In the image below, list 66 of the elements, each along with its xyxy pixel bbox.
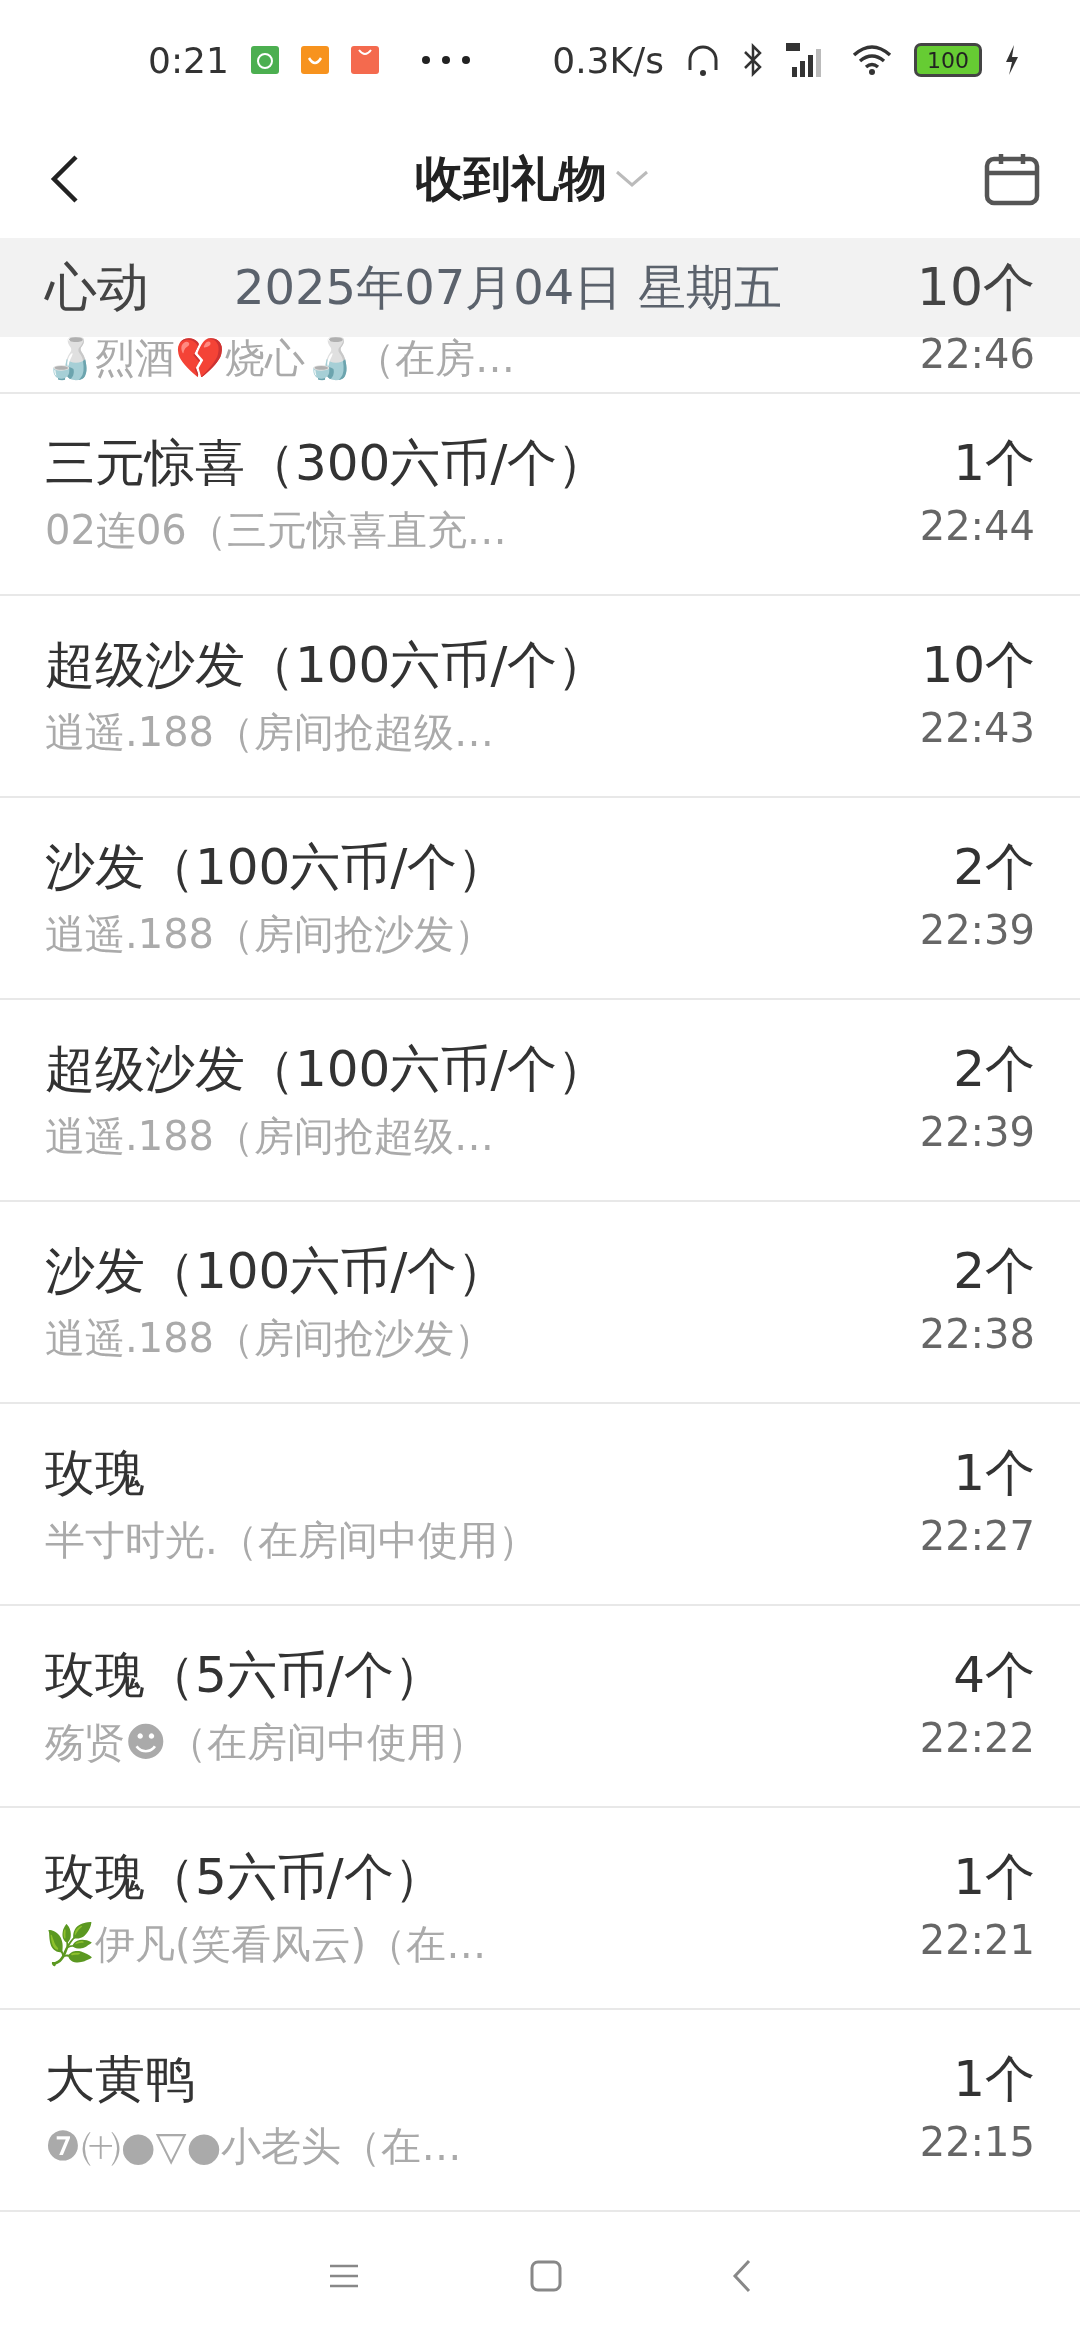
dropdown-caret-icon[interactable]	[615, 169, 649, 189]
sender-note: ❼㈩●▽●小老头（在…	[45, 2122, 463, 2171]
gift-count: 10个	[916, 255, 1035, 319]
gift-count: 10个	[921, 636, 1035, 694]
sender-note: 逍遥.188（房间抢沙发）	[45, 1314, 496, 1363]
gift-row[interactable]: 大黄鸭 1个 ❼㈩●▽●小老头（在… 22:15	[0, 2010, 1080, 2212]
gift-count: 1个	[953, 2050, 1035, 2108]
gift-row[interactable]: 三元惊喜（300六币/个） 1个 02连06（三元惊喜直充… 22:44	[0, 394, 1080, 596]
gift-time: 22:21	[919, 1917, 1035, 1963]
gift-time: 22:22	[919, 1715, 1035, 1761]
gift-count: 4个	[953, 1646, 1035, 1704]
gift-row[interactable]: 玫瑰（5六币/个） 4个 殇贤☻（在房间中使用） 22:22	[0, 1606, 1080, 1808]
gift-row[interactable]: 超级沙发（100六币/个） 2个 逍遥.188（房间抢超级… 22:39	[0, 1000, 1080, 1202]
sender-note: 殇贤☻（在房间中使用）	[45, 1718, 488, 1767]
gift-row[interactable]: 沙发（100六币/个） 2个 逍遥.188（房间抢沙发） 22:38	[0, 1202, 1080, 1404]
clock-time: 0:21	[148, 39, 229, 81]
sender-note: 逍遥.188（房间抢超级…	[45, 1112, 496, 1161]
gift-count: 2个	[953, 1040, 1035, 1098]
gift-name: 沙发（100六币/个）	[45, 837, 509, 898]
more-icon	[420, 55, 471, 65]
gift-time: 22:15	[919, 2119, 1035, 2165]
gift-name: 玫瑰	[45, 1443, 146, 1504]
home-icon[interactable]	[530, 2260, 562, 2292]
date-label: 2025年07月04日 星期五	[233, 257, 783, 317]
battery-level: 100	[914, 43, 982, 77]
gift-name: 超级沙发（100六币/个）	[45, 1039, 609, 1100]
sender-note: 半寸时光.（在房间中使用）	[45, 1516, 539, 1565]
gift-row[interactable]: 玫瑰 1个 半寸时光.（在房间中使用） 22:27	[0, 1404, 1080, 1606]
gift-time: 22:39	[919, 1109, 1035, 1155]
app-icon	[300, 46, 329, 74]
sender-note: 逍遥.188（房间抢超级…	[45, 708, 496, 757]
sender-note: 02连06（三元惊喜直充…	[45, 506, 508, 555]
gift-count: 1个	[953, 1848, 1035, 1906]
gift-time: 22:27	[919, 1513, 1035, 1559]
calendar-icon[interactable]	[984, 151, 1040, 207]
gift-time: 22:39	[919, 907, 1035, 953]
gift-time: 22:46	[919, 337, 1035, 377]
gift-name: 玫瑰（5六币/个）	[45, 1847, 445, 1908]
gift-row[interactable]: 超级沙发（100六币/个） 10个 逍遥.188（房间抢超级… 22:43	[0, 596, 1080, 798]
gift-count: 1个	[953, 434, 1035, 492]
gift-time: 22:38	[919, 1311, 1035, 1357]
gift-name: 超级沙发（100六币/个）	[45, 635, 609, 696]
sender-note: 逍遥.188（房间抢沙发）	[45, 910, 496, 959]
gift-name: 大黄鸭	[45, 2049, 196, 2110]
back-icon[interactable]	[50, 154, 80, 204]
gift-row[interactable]: 玫瑰（5六币/个） 1个 🌿伊凡(笑看风云)（在… 22:21	[0, 1808, 1080, 2010]
gift-time: 22:43	[919, 705, 1035, 751]
gift-name: 心动	[45, 255, 149, 319]
page-title: 收到礼物	[415, 149, 607, 208]
sender-note: 🌿伊凡(笑看风云)（在…	[45, 1920, 488, 1969]
wifi-icon	[852, 45, 892, 75]
app-icon	[250, 46, 279, 74]
gift-row[interactable]: 沙发（100六币/个） 2个 逍遥.188（房间抢沙发） 22:39	[0, 798, 1080, 1000]
gift-time: 22:44	[919, 503, 1035, 549]
gift-name: 三元惊喜（300六币/个）	[45, 433, 609, 494]
gift-count: 2个	[953, 838, 1035, 896]
charging-icon	[1004, 45, 1020, 75]
gift-name: 沙发（100六币/个）	[45, 1241, 509, 1302]
bag-icon	[350, 46, 379, 74]
gift-count: 2个	[953, 1242, 1035, 1300]
network-speed: 0.3K/s	[552, 39, 664, 81]
menu-icon[interactable]	[328, 2263, 360, 2289]
headphones-icon	[686, 44, 720, 76]
bluetooth-icon	[742, 43, 764, 77]
gift-count: 1个	[953, 1444, 1035, 1502]
gift-name: 玫瑰（5六币/个）	[45, 1645, 445, 1706]
